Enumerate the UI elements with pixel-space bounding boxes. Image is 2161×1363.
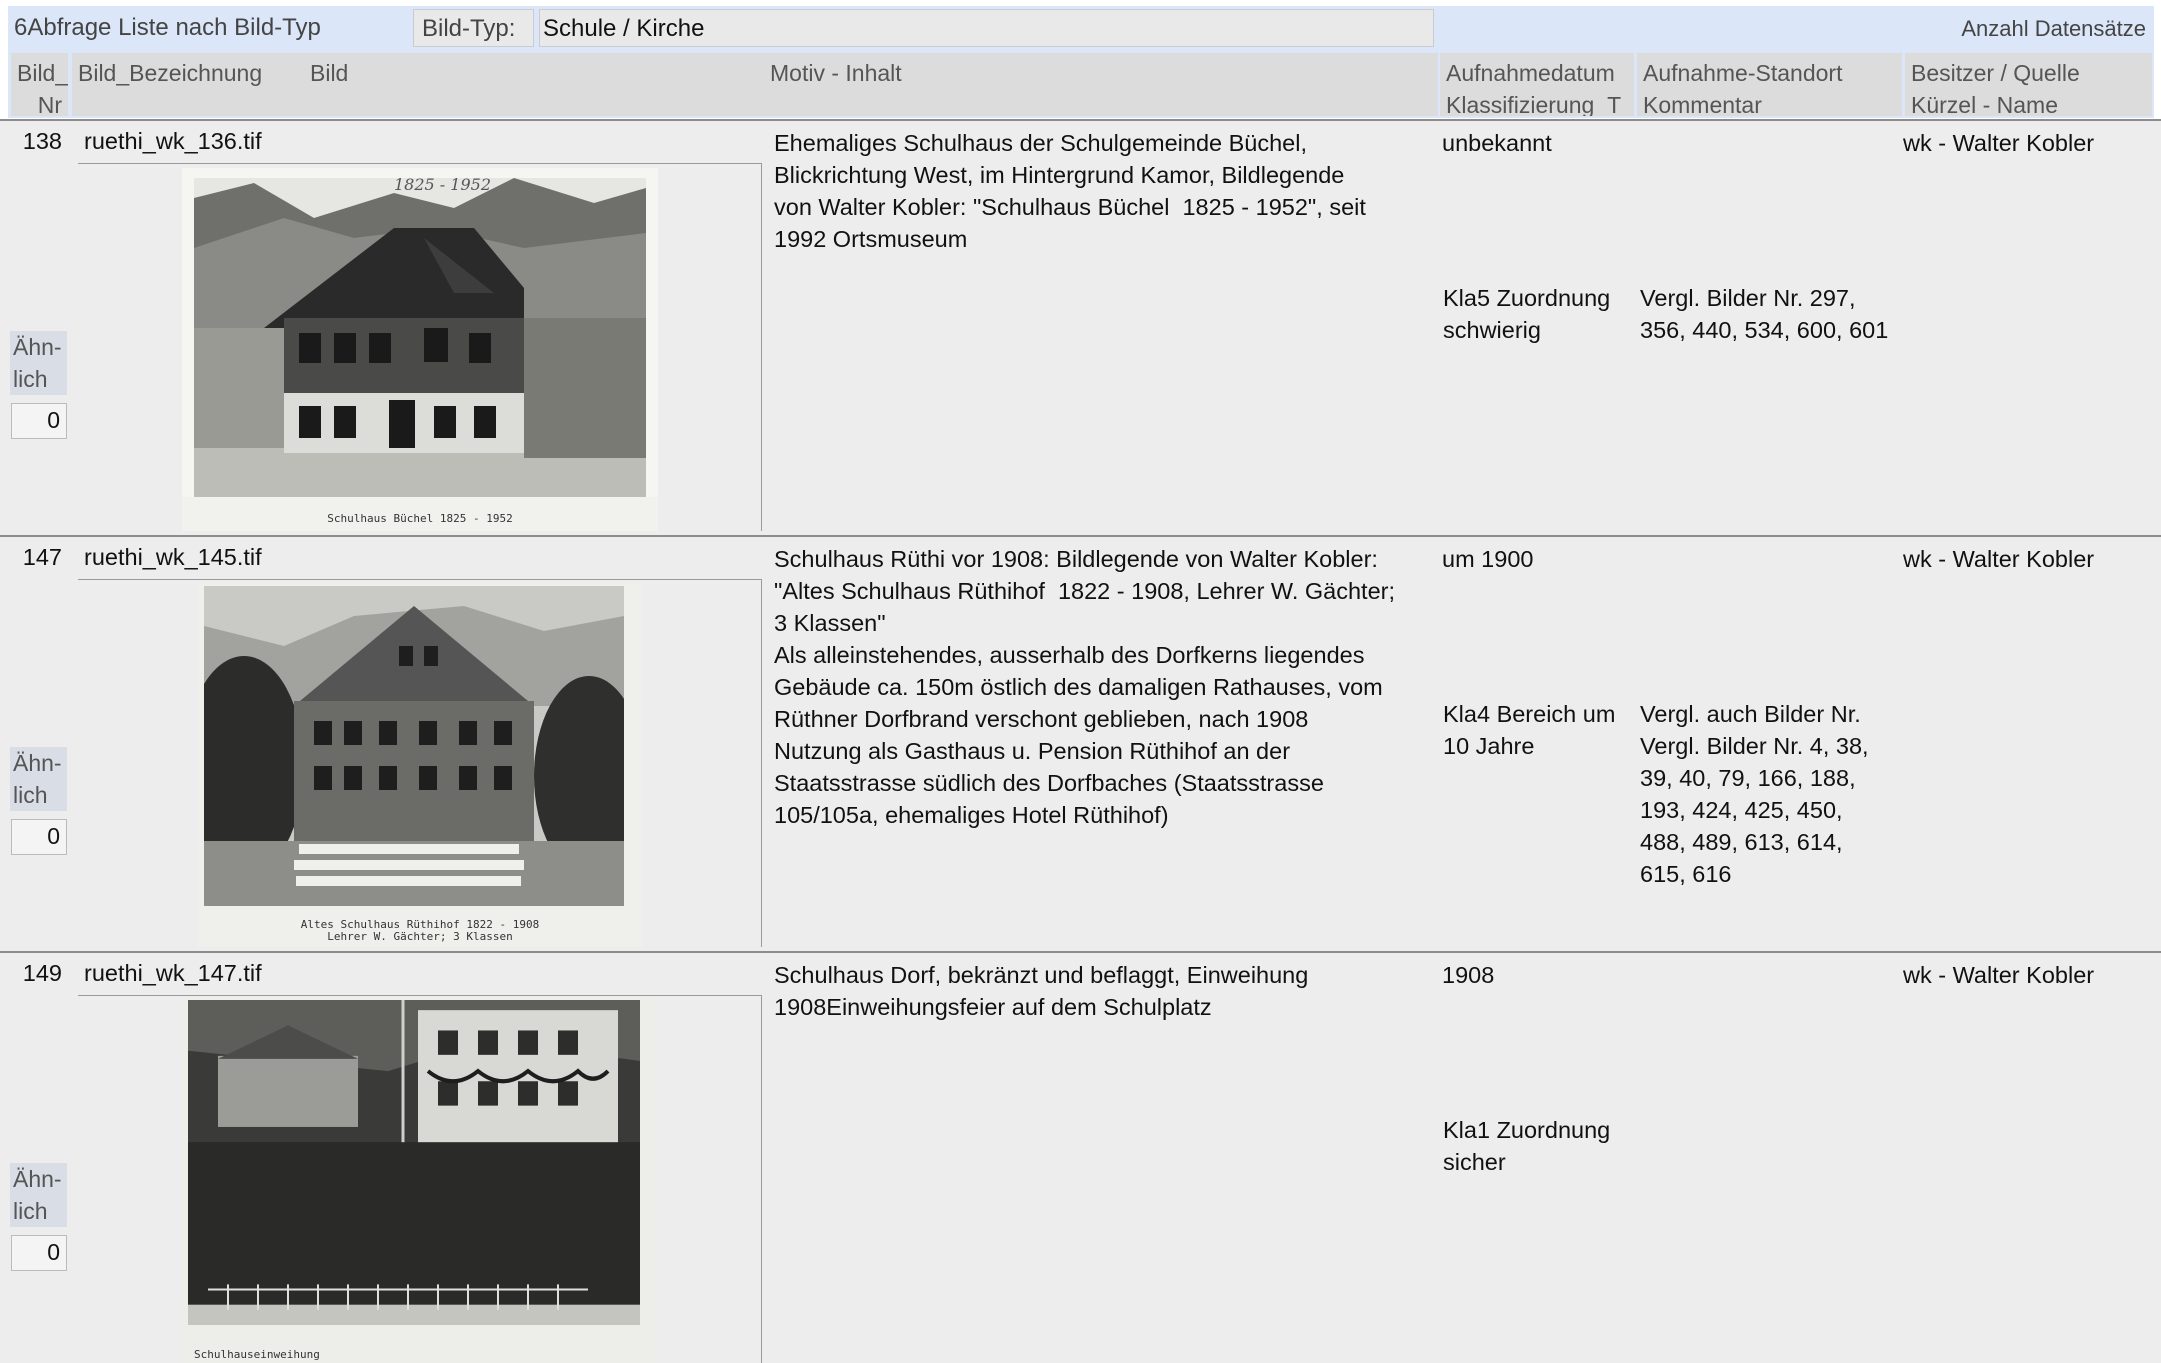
column-header-besitzer: Besitzer / Quelle Kürzel - Name <box>1905 53 2152 116</box>
aehnlich-count[interactable]: 0 <box>11 403 67 439</box>
record-separator <box>0 119 2161 121</box>
column-header-standort: Aufnahme-Standort Kommentar <box>1637 53 1902 116</box>
column-header-nr: Bild_ Nr <box>11 53 68 116</box>
bild-nr: 147 <box>22 544 62 570</box>
photo-caption: Schulhauseinweihung <box>194 1348 320 1361</box>
school-class-image <box>204 586 624 906</box>
bild-bezeichnung[interactable]: ruethi_wk_147.tif <box>84 957 262 989</box>
besitzer-quelle: wk - Walter Kobler <box>1903 130 2095 156</box>
photo-caption-strip: Altes Schulhaus Rüthihof 1822 - 1908 Leh… <box>198 913 642 947</box>
kommentar: Vergl. auch Bilder Nr. Vergl. Bilder Nr.… <box>1640 701 1869 887</box>
bild-nr: 149 <box>22 960 62 986</box>
aufnahmedatum: 1908 <box>1442 962 1495 988</box>
motiv-inhalt: Ehemaliges Schulhaus der Schulgemeinde B… <box>774 130 1366 252</box>
bild-bezeichnung[interactable]: ruethi_wk_136.tif <box>84 125 262 157</box>
photo-caption-strip: Schulhauseinweihung <box>182 1343 658 1363</box>
report-window: 6Abfrage Liste nach Bild-Typ Bild-Typ: S… <box>0 0 2161 1363</box>
bild-nr: 138 <box>22 128 62 154</box>
bild-frame: Schulhauseinweihung <box>78 995 762 1363</box>
aehnlich-label: Ähn-lich <box>10 747 67 811</box>
aehnlich-count[interactable]: 0 <box>11 819 67 855</box>
photo-caption: Schulhaus Büchel 1825 - 1952 <box>327 512 513 525</box>
klassifizierung: Kla5 Zuordnung schwierig <box>1443 285 1611 343</box>
record-row[interactable]: 149 ruethi_wk_147.tif Schulhauseinweihun… <box>0 951 2161 1363</box>
column-header-nr-line1: Bild_ <box>17 60 68 86</box>
bild-typ-field[interactable]: Schule / Kirche <box>539 9 1434 47</box>
column-header-besitzer-line1: Besitzer / Quelle <box>1911 60 2080 86</box>
record-row[interactable]: 147 ruethi_wk_145.tif Altes Schulhaus Rü… <box>0 535 2161 951</box>
column-header-row: Bild_ Nr Bild_Bezeichnung Bild Motiv - I… <box>8 50 2154 118</box>
report-title: 6Abfrage Liste nach Bild-Typ <box>14 14 321 41</box>
record-row[interactable]: 138 ruethi_wk_136.tif 1825 - 1952 Schulh… <box>0 119 2161 535</box>
motiv-inhalt: Schulhaus Rüthi vor 1908: Bildlegende vo… <box>774 546 1395 828</box>
besitzer-quelle: wk - Walter Kobler <box>1903 962 2095 988</box>
column-header-datum: Aufnahmedatum Klassifizierung_T <box>1440 53 1634 116</box>
record-count-label: Anzahl Datensätze <box>1961 16 2146 41</box>
photo-schulhaus-buechel[interactable]: 1825 - 1952 Schulhaus Büchel 1825 - 1952 <box>182 168 658 531</box>
klassifizierung: Kla1 Zuordnung sicher <box>1443 1117 1611 1175</box>
klassifizierung: Kla4 Bereich um 10 Jahre <box>1443 701 1616 759</box>
besitzer-quelle: wk - Walter Kobler <box>1903 546 2095 572</box>
bild-frame: Altes Schulhaus Rüthihof 1822 - 1908 Leh… <box>78 579 762 947</box>
column-header-nr-line2: Nr <box>37 92 62 116</box>
photo-schulhauseinweihung[interactable]: Schulhauseinweihung <box>182 998 658 1363</box>
inauguration-crowd-image <box>188 1000 640 1325</box>
column-header-bezeichnung: Bild_Bezeichnung Bild <box>72 53 770 116</box>
bild-frame: 1825 - 1952 Schulhaus Büchel 1825 - 1952 <box>78 163 762 531</box>
record-separator <box>0 535 2161 537</box>
column-header-bild-label: Bild <box>310 60 349 86</box>
aufnahmedatum: unbekannt <box>1442 130 1552 156</box>
aehnlich-label: Ähn-lich <box>10 1163 67 1227</box>
record-separator <box>0 951 2161 953</box>
school-house-image: 1825 - 1952 <box>194 178 646 498</box>
report-header: 6Abfrage Liste nach Bild-Typ Bild-Typ: S… <box>8 6 2154 50</box>
column-header-datum-line2: Klassifizierung_T <box>1446 92 1622 116</box>
motiv-inhalt: Schulhaus Dorf, bekränzt und beflaggt, E… <box>774 962 1309 1020</box>
column-header-motiv: Motiv - Inhalt <box>764 53 1438 116</box>
photo-caption: Altes Schulhaus Rüthihof 1822 - 1908 Leh… <box>300 918 540 943</box>
filter-label: Bild-Typ: <box>413 9 534 47</box>
aufnahmedatum: um 1900 <box>1442 546 1534 572</box>
aehnlich-count[interactable]: 0 <box>11 1235 67 1271</box>
column-header-standort-line2: Kommentar <box>1643 92 1762 116</box>
photo-caption-strip: Schulhaus Büchel 1825 - 1952 <box>182 497 658 531</box>
column-header-datum-line1: Aufnahmedatum <box>1446 60 1615 86</box>
aehnlich-label: Ähn-lich <box>10 331 67 395</box>
kommentar: Vergl. Bilder Nr. 297, 356, 440, 534, 60… <box>1640 285 1889 343</box>
photo-handwritten-dates: 1825 - 1952 <box>394 178 491 194</box>
column-header-besitzer-line2: Kürzel - Name <box>1911 92 2058 116</box>
bild-bezeichnung[interactable]: ruethi_wk_145.tif <box>84 541 262 573</box>
photo-altes-schulhaus-ruethihof[interactable]: Altes Schulhaus Rüthihof 1822 - 1908 Leh… <box>198 582 642 947</box>
column-header-standort-line1: Aufnahme-Standort <box>1643 60 1843 86</box>
column-header-bezeichnung-label: Bild_Bezeichnung <box>78 60 263 86</box>
column-header-motiv-label: Motiv - Inhalt <box>770 60 902 86</box>
